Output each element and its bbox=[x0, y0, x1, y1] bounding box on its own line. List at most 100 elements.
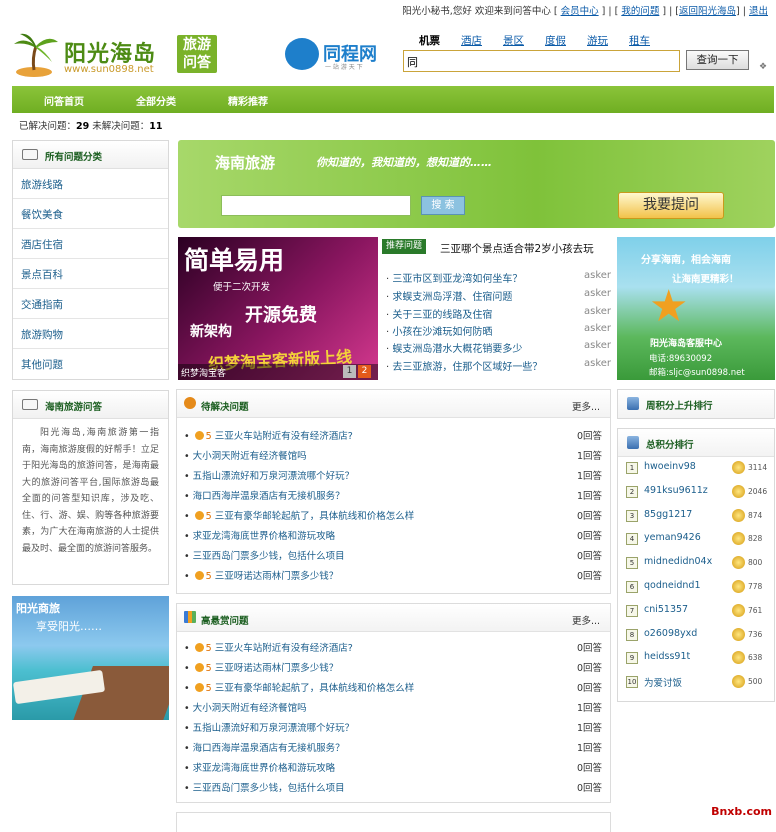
promo-banner[interactable]: 阳光商旅 享受阳光…… bbox=[12, 596, 169, 720]
question-link[interactable]: 关于三亚的线路及住宿 bbox=[392, 310, 492, 321]
rank-user-link[interactable]: o26098yxd bbox=[644, 628, 697, 639]
question-row[interactable]: • 5 三亚有豪华邮轮起航了，具体航线和价格怎么样 0回答 bbox=[184, 680, 602, 694]
banner-search-button[interactable]: 搜 索 bbox=[421, 196, 465, 215]
question-row[interactable]: • 五指山漂流好和万泉河漂流哪个好玩？ 1回答 bbox=[184, 720, 602, 734]
question-link[interactable]: 三亚呀诺达雨林门票多少钱？ bbox=[215, 571, 339, 582]
back-home-link[interactable]: 返回阳光海岛 bbox=[679, 6, 736, 17]
rank-number: 9 bbox=[626, 652, 638, 665]
nav-home[interactable]: 问答首页 bbox=[44, 93, 84, 108]
tab-hotel[interactable]: 酒店 bbox=[461, 33, 482, 48]
question-link[interactable]: 三亚西岛门票多少钱，包括什么项目 bbox=[193, 783, 345, 794]
rank-row[interactable]: 8 o26098yxd 736 bbox=[626, 627, 768, 645]
question-link[interactable]: 三亚西岛门票多少钱，包括什么项目 bbox=[193, 551, 345, 562]
search-button[interactable]: 查询一下 bbox=[686, 50, 749, 70]
question-link[interactable]: 三亚呀诺达雨林门票多少钱？ bbox=[215, 663, 339, 674]
rank-user-link[interactable]: hwoeinv98 bbox=[644, 461, 696, 472]
rank-user-link[interactable]: heidss91t bbox=[644, 651, 690, 662]
question-row[interactable]: • 大小洞天附近有经济餐馆吗 1回答 bbox=[184, 700, 602, 714]
rank-row[interactable]: 5 midnedidn04x 800 bbox=[626, 555, 768, 573]
rank-row[interactable]: 9 heidss91t 638 bbox=[626, 650, 768, 668]
rank-row[interactable]: 1 hwoeinv98 3114 bbox=[626, 460, 768, 478]
question-link[interactable]: 蜈支洲岛潜水大概花销要多少 bbox=[392, 344, 522, 355]
question-row[interactable]: • 5 三亚火车站附近有没有经济酒店? 0回答 bbox=[184, 640, 602, 654]
rank-user-link[interactable]: qodneidnd1 bbox=[644, 580, 701, 591]
rank-user-link[interactable]: cni51357 bbox=[644, 604, 688, 615]
logout-link[interactable]: 退出 bbox=[749, 6, 768, 17]
recommended-headline[interactable]: 三亚哪个景点适合带2岁小孩去玩 bbox=[440, 241, 594, 256]
nav-featured[interactable]: 精彩推荐 bbox=[228, 93, 268, 108]
question-link[interactable]: 求蜈支洲岛浮潜、住宿问题 bbox=[392, 292, 512, 303]
question-row[interactable]: • 海口西海岸温泉酒店有无接机服务？ 1回答 bbox=[184, 488, 602, 502]
question-link[interactable]: 三亚火车站附近有没有经济酒店? bbox=[215, 643, 353, 654]
category-item[interactable]: 酒店住宿 bbox=[13, 229, 168, 259]
list-item[interactable]: · 关于三亚的线路及住宿 asker bbox=[386, 306, 611, 321]
question-link[interactable]: 求亚龙湾海底世界价格和游玩攻略 bbox=[193, 531, 336, 542]
rank-user-link[interactable]: midnedidn04x bbox=[644, 556, 712, 567]
question-row[interactable]: • 求亚龙湾海底世界价格和游玩攻略 0回答 bbox=[184, 528, 602, 542]
list-item[interactable]: · 去三亚旅游，住那个区域好一些？ asker bbox=[386, 358, 611, 373]
question-row[interactable]: • 海口西海岸温泉酒店有无接机服务？ 1回答 bbox=[184, 740, 602, 754]
slide-page-2[interactable]: 2 bbox=[358, 365, 371, 378]
rank-row[interactable]: 7 cni51357 761 bbox=[626, 603, 768, 621]
list-item[interactable]: · 三亚市区到亚龙湾如何坐车？ asker bbox=[386, 270, 611, 285]
rank-user-link[interactable]: 491ksu9611z bbox=[644, 485, 708, 496]
question-link[interactable]: 小孩在沙滩玩如何防晒 bbox=[392, 327, 492, 338]
question-row[interactable]: • 三亚西岛门票多少钱，包括什么项目 0回答 bbox=[184, 548, 602, 562]
rank-row[interactable]: 2 491ksu9611z 2046 bbox=[626, 484, 768, 502]
question-row[interactable]: • 求亚龙湾海底世界价格和游玩攻略 0回答 bbox=[184, 760, 602, 774]
category-item[interactable]: 交通指南 bbox=[13, 289, 168, 319]
tab-car[interactable]: 租车 bbox=[629, 33, 650, 48]
question-row[interactable]: • 5 三亚呀诺达雨林门票多少钱？ 0回答 bbox=[184, 568, 602, 582]
rank-row[interactable]: 3 85gg1217 874 bbox=[626, 508, 768, 526]
rank-row[interactable]: 6 qodneidnd1 778 bbox=[626, 579, 768, 597]
question-row[interactable]: • 大小洞天附近有经济餐馆吗 1回答 bbox=[184, 448, 602, 462]
category-item[interactable]: 景点百科 bbox=[13, 259, 168, 289]
question-row[interactable]: • 5 三亚呀诺达雨林门票多少钱？ 0回答 bbox=[184, 660, 602, 674]
question-link[interactable]: 海口西海岸温泉酒店有无接机服务？ bbox=[193, 491, 345, 502]
rank-row[interactable]: 10 为爱讨饭 500 bbox=[626, 674, 768, 692]
banner-search-input[interactable] bbox=[221, 195, 411, 216]
question-link[interactable]: 三亚火车站附近有没有经济酒店? bbox=[215, 431, 353, 442]
category-item[interactable]: 旅游购物 bbox=[13, 319, 168, 349]
question-link[interactable]: 五指山漂流好和万泉河漂流哪个好玩？ bbox=[193, 471, 355, 482]
list-item[interactable]: · 小孩在沙滩玩如何防晒 asker bbox=[386, 323, 611, 338]
tab-vacation[interactable]: 度假 bbox=[545, 33, 566, 48]
service-ad[interactable]: 分享海南，相会海南 让海南更精彩！ ★ 阳光海岛客服中心 电话:89630092… bbox=[617, 237, 775, 380]
question-link[interactable]: 求亚龙湾海底世界价格和游玩攻略 bbox=[193, 763, 336, 774]
list-item[interactable]: · 求蜈支洲岛浮潜、住宿问题 asker bbox=[386, 288, 611, 303]
nav-all-categories[interactable]: 全部分类 bbox=[136, 93, 176, 108]
question-row[interactable]: • 五指山漂流好和万泉河漂流哪个好玩？ 1回答 bbox=[184, 468, 602, 482]
question-link[interactable]: 大小洞天附近有经济餐馆吗 bbox=[193, 451, 307, 462]
question-row[interactable]: • 5 三亚有豪华邮轮起航了，具体航线和价格怎么样 0回答 bbox=[184, 508, 602, 522]
site-logo[interactable]: 阳光海岛 www.sun0898.net bbox=[12, 30, 172, 80]
tab-scenic[interactable]: 景区 bbox=[503, 33, 524, 48]
list-item[interactable]: · 蜈支洲岛潜水大概花销要多少 asker bbox=[386, 340, 611, 355]
rank-user-link[interactable]: 为爱讨饭 bbox=[644, 675, 682, 689]
rank-row[interactable]: 4 yeman9426 828 bbox=[626, 531, 768, 549]
pending-more-link[interactable]: 更多... bbox=[572, 399, 600, 413]
partner-logo[interactable]: 同程网 一 站 游 天 下 bbox=[285, 38, 393, 72]
slide-page-1[interactable]: 1 bbox=[343, 365, 356, 378]
question-link[interactable]: 三亚市区到亚龙湾如何坐车？ bbox=[392, 274, 522, 285]
member-center-link[interactable]: 会员中心 bbox=[561, 6, 599, 17]
slideshow[interactable]: 简单易用 便于二次开发 开源免费 新架构 织梦淘宝客新版上线 织梦淘宝客 1 2 bbox=[178, 237, 378, 380]
question-row[interactable]: • 三亚西岛门票多少钱，包括什么项目 0回答 bbox=[184, 780, 602, 794]
question-link[interactable]: 三亚有豪华邮轮起航了，具体航线和价格怎么样 bbox=[215, 511, 415, 522]
category-item[interactable]: 其他问题 bbox=[13, 349, 168, 379]
question-link[interactable]: 五指山漂流好和万泉河漂流哪个好玩？ bbox=[193, 723, 355, 734]
question-link[interactable]: 三亚有豪华邮轮起航了，具体航线和价格怎么样 bbox=[215, 683, 415, 694]
rank-user-link[interactable]: 85gg1217 bbox=[644, 509, 692, 520]
category-item[interactable]: 旅游线路 bbox=[13, 169, 168, 199]
question-link[interactable]: 大小洞天附近有经济餐馆吗 bbox=[193, 703, 307, 714]
category-item[interactable]: 餐饮美食 bbox=[13, 199, 168, 229]
question-row[interactable]: • 5 三亚火车站附近有没有经济酒店? 0回答 bbox=[184, 428, 602, 442]
ask-question-button[interactable]: 我要提问 bbox=[618, 192, 724, 219]
tab-play[interactable]: 游玩 bbox=[587, 33, 608, 48]
question-link[interactable]: 去三亚旅游，住那个区域好一些？ bbox=[392, 362, 542, 373]
search-input[interactable]: 同 bbox=[403, 50, 680, 72]
my-questions-link[interactable]: 我的问题 bbox=[621, 6, 659, 17]
high-reward-more-link[interactable]: 更多... bbox=[572, 613, 600, 627]
question-link[interactable]: 海口西海岸温泉酒店有无接机服务？ bbox=[193, 743, 345, 754]
tab-flight[interactable]: 机票 bbox=[419, 33, 440, 48]
rank-user-link[interactable]: yeman9426 bbox=[644, 532, 701, 543]
